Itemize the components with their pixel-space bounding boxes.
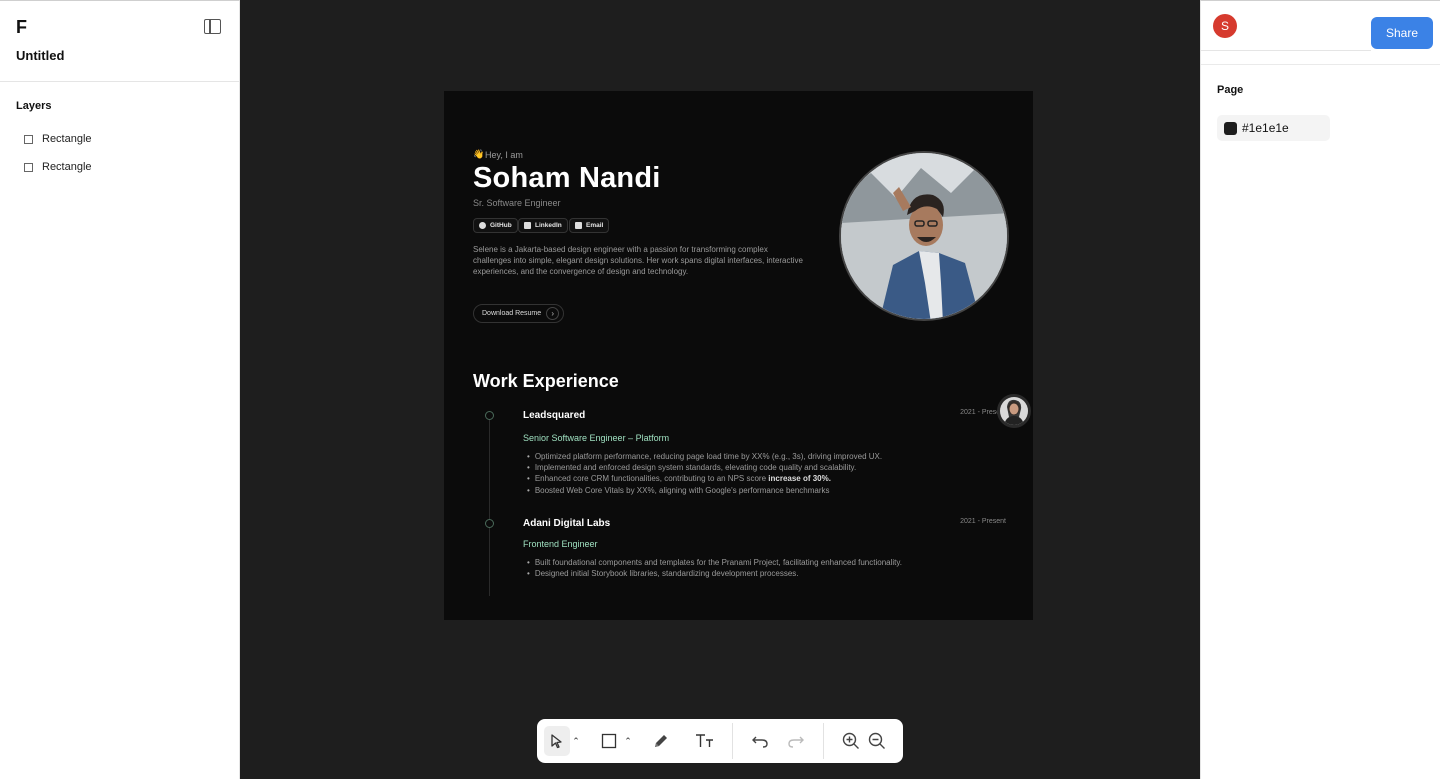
sidebar-toggle-icon[interactable] [204,19,221,34]
job-bullet: Built foundational components and templa… [527,557,902,568]
layer-label: Rectangle [42,161,92,173]
page-color-picker[interactable]: #1e1e1e [1217,115,1330,141]
hero-bio: Selene is a Jakarta-based design enginee… [473,245,803,276]
timeline-dot [485,411,494,420]
layer-label: Rectangle [42,133,92,145]
page-section-title: Page [1217,84,1244,96]
layer-item[interactable]: Rectangle [16,128,226,150]
color-swatch [1224,121,1237,135]
bottom-toolbar: ⌃ ⌃ [537,719,903,763]
job-bullet: Designed initial Storybook libraries, st… [527,568,902,579]
job-company: Adani Digital Labs [523,518,611,529]
job-company: Leadsquared [523,410,586,421]
collaborator-avatar[interactable] [997,394,1031,428]
undo-icon [752,736,768,748]
text-tool-button[interactable] [692,726,718,756]
layers-title: Layers [16,100,52,112]
undo-button[interactable] [747,726,773,756]
job-bullet: Enhanced core CRM functionalities, contr… [527,473,882,484]
zoom-in-button[interactable] [838,726,864,756]
zoom-out-icon [868,732,885,749]
rectangle-icon [24,134,33,144]
email-link[interactable]: Email [569,218,610,233]
timeline-line [489,416,490,596]
user-avatar[interactable]: S [1213,14,1237,38]
greeting-text: Hey, I am [485,150,523,160]
pen-tool-button[interactable] [648,726,674,756]
email-label: Email [586,222,604,229]
profile-photo-illustration [841,153,1007,319]
linkedin-icon [524,222,531,229]
hero-role: Sr. Software Engineer [473,198,561,208]
left-panel: F Untitled Layers Rectangle Rectangle [0,0,240,779]
select-tool-button[interactable] [544,726,570,756]
job-bullets: Optimized platform performance, reducing… [527,451,882,496]
zoom-in-icon [842,732,859,749]
zoom-out-button[interactable] [864,726,890,756]
mail-icon [575,222,582,229]
linkedin-label: LinkedIn [535,222,562,229]
wave-emoji: 👋 [473,149,485,159]
file-name[interactable]: Untitled [16,48,64,63]
redo-button[interactable] [783,726,809,756]
artboard[interactable]: 👋 Hey, I am Soham Nandi Sr. Software Eng… [444,91,1033,620]
job-bullet: Optimized platform performance, reducing… [527,451,882,462]
download-label: Download Resume [482,310,542,317]
chevron-right-icon: › [546,307,560,320]
github-icon [479,222,486,229]
profile-photo [839,151,1009,321]
divider [0,81,240,82]
toolbar-separator [732,723,733,759]
redo-icon [788,736,804,748]
rectangle-icon [24,162,33,172]
timeline-dot [485,519,494,528]
right-panel: S Share Page #1e1e1e [1200,0,1440,779]
app-logo[interactable]: F [16,17,27,38]
job-bullet: Implemented and enforced design system s… [527,462,882,473]
text-icon [696,734,713,747]
collaborator-photo [1000,397,1028,425]
job-title: Frontend Engineer [523,539,598,549]
download-resume-button[interactable]: Download Resume › [473,304,565,323]
rectangle-tool-button[interactable] [596,726,622,756]
job-period: 2021 - Present [960,518,1006,525]
job-bullets: Built foundational components and templa… [527,557,902,579]
layer-item[interactable]: Rectangle [16,156,226,178]
page-color-value: #1e1e1e [1242,121,1289,135]
share-button[interactable]: Share [1371,17,1433,49]
github-label: GitHub [490,222,512,229]
divider [1201,50,1371,51]
cursor-icon [551,734,562,749]
square-icon [601,733,617,749]
toolbar-separator [823,723,824,759]
linkedin-link[interactable]: LinkedIn [518,218,568,233]
pen-icon [655,735,667,747]
github-link[interactable]: GitHub [473,218,518,233]
job-bullet: Boosted Web Core Vitals by XX%, aligning… [527,485,882,496]
work-experience-title: Work Experience [473,371,619,391]
chevron-up-icon[interactable]: ⌃ [570,726,582,756]
chevron-up-icon[interactable]: ⌃ [622,726,634,756]
job-title: Senior Software Engineer – Platform [523,433,670,443]
divider [1201,64,1440,65]
hero-name: Soham Nandi [473,162,661,194]
